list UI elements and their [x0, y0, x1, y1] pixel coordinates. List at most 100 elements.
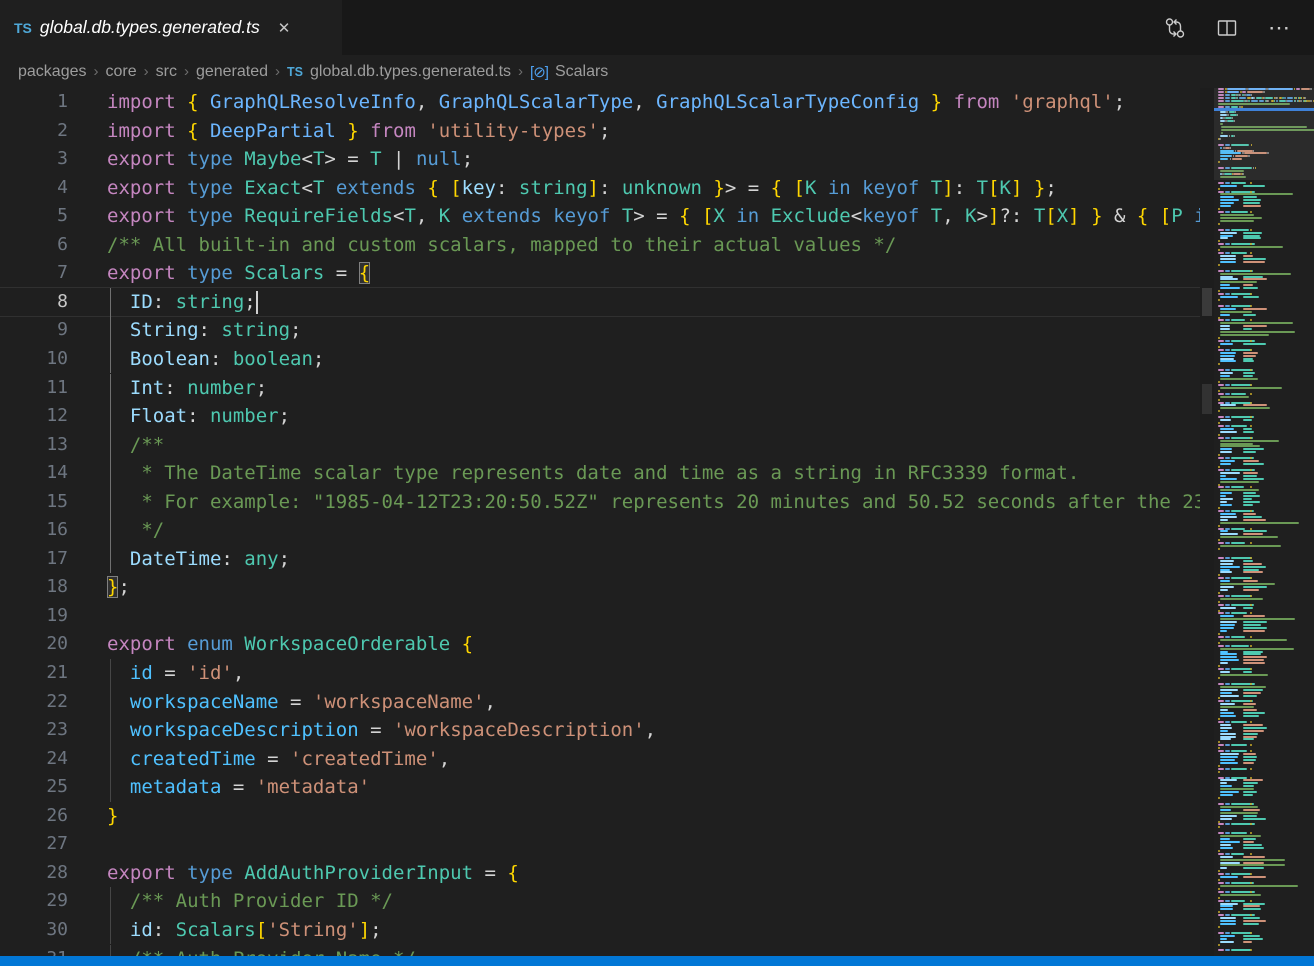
code-line[interactable]: 4export type Exact<T extends { [key: str… [0, 174, 1200, 203]
minimap-row [1218, 519, 1314, 521]
minimap[interactable] [1214, 88, 1314, 956]
line-number: 31 [0, 945, 68, 957]
code-line[interactable]: 3export type Maybe<T> = T | null; [0, 145, 1200, 174]
code-text: import { DeepPartial } from 'utility-typ… [107, 117, 1200, 146]
editor-pane: 1import { GraphQLResolveInfo, GraphQLSca… [0, 88, 1314, 956]
chevron-right-icon: › [184, 63, 189, 80]
code-text: id: Scalars['String']; [107, 916, 1200, 945]
code-line[interactable]: 18}; [0, 573, 1200, 602]
split-editor-icon[interactable] [1214, 15, 1240, 41]
more-actions-icon[interactable]: ⋯ [1266, 15, 1292, 41]
minimap-row [1218, 762, 1314, 764]
minimap-row [1218, 205, 1314, 207]
minimap-row [1218, 375, 1314, 377]
minimap-row [1218, 879, 1314, 881]
minimap-row [1218, 539, 1314, 541]
code-line[interactable]: 8 ID: string; [0, 287, 1200, 318]
close-tab-icon[interactable]: ✕ [274, 17, 295, 39]
breadcrumb-item-generated[interactable]: generated [196, 63, 268, 81]
minimap-row [1218, 577, 1314, 579]
code-line[interactable]: 25 metadata = 'metadata' [0, 773, 1200, 802]
minimap-row [1218, 343, 1314, 345]
code-line[interactable]: 14 * The DateTime scalar type represents… [0, 459, 1200, 488]
code-line[interactable]: 12 Float: number; [0, 402, 1200, 431]
code-line[interactable]: 15 * For example: "1985-04-12T23:20:50.5… [0, 488, 1200, 517]
breadcrumb-item-symbol[interactable]: Scalars [555, 63, 608, 81]
minimap-row [1218, 850, 1314, 852]
line-number: 4 [0, 174, 68, 203]
code-line[interactable]: 19 [0, 602, 1200, 631]
minimap-row [1218, 536, 1314, 538]
code-line[interactable]: 5export type RequireFields<T, K extends … [0, 202, 1200, 231]
code-line[interactable]: 11 Int: number; [0, 374, 1200, 403]
code-line[interactable]: 7export type Scalars = { [0, 259, 1200, 288]
line-number: 24 [0, 745, 68, 774]
line-number: 14 [0, 459, 68, 488]
minimap-row [1218, 815, 1314, 817]
minimap-row [1218, 528, 1314, 530]
code-line[interactable]: 10 Boolean: boolean; [0, 345, 1200, 374]
minimap-row [1218, 276, 1314, 278]
breadcrumb-item-core[interactable]: core [106, 63, 137, 81]
code-line[interactable]: 31 /** Auth Provider Name */ [0, 945, 1200, 957]
minimap-slider[interactable] [1214, 88, 1314, 180]
line-number: 5 [0, 202, 68, 231]
breadcrumb-item-file[interactable]: global.db.types.generated.ts [310, 63, 511, 81]
code-line[interactable]: 21 id = 'id', [0, 659, 1200, 688]
code-line[interactable]: 28export type AddAuthProviderInput = { [0, 859, 1200, 888]
minimap-row [1218, 419, 1314, 421]
minimap-row [1218, 328, 1314, 330]
minimap-row [1218, 454, 1314, 456]
minimap-row [1218, 692, 1314, 694]
line-number: 26 [0, 802, 68, 831]
minimap-row [1218, 182, 1314, 184]
code-line[interactable]: 16 */ [0, 516, 1200, 545]
status-bar[interactable] [0, 956, 1314, 966]
minimap-row [1218, 718, 1314, 720]
minimap-row [1218, 862, 1314, 864]
code-text: /** Auth Provider Name */ [107, 945, 1200, 957]
code-line[interactable]: 24 createdTime = 'createdTime', [0, 745, 1200, 774]
open-changes-icon[interactable] [1162, 15, 1188, 41]
minimap-row [1218, 847, 1314, 849]
minimap-row [1218, 756, 1314, 758]
code-line[interactable]: 26} [0, 802, 1200, 831]
code-line[interactable]: 13 /** [0, 431, 1200, 460]
code-line[interactable]: 17 DateTime: any; [0, 545, 1200, 574]
minimap-row [1218, 387, 1314, 389]
minimap-row [1218, 750, 1314, 752]
code-line[interactable]: 9 String: string; [0, 316, 1200, 345]
symbol-type-icon: [⊘] [530, 63, 548, 81]
minimap-row [1218, 920, 1314, 922]
minimap-row [1218, 744, 1314, 746]
code-line[interactable]: 29 /** Auth Provider ID */ [0, 887, 1200, 916]
editor-tab[interactable]: TS global.db.types.generated.ts ✕ [0, 0, 342, 55]
minimap-row [1218, 337, 1314, 339]
code-area[interactable]: 1import { GraphQLResolveInfo, GraphQLSca… [0, 88, 1200, 956]
minimap-row [1218, 809, 1314, 811]
minimap-row [1218, 894, 1314, 896]
minimap-row [1218, 935, 1314, 937]
minimap-row [1218, 703, 1314, 705]
code-line[interactable]: 20export enum WorkspaceOrderable { [0, 630, 1200, 659]
code-line[interactable]: 27 [0, 830, 1200, 859]
code-line[interactable]: 22 workspaceName = 'workspaceName', [0, 688, 1200, 717]
code-line[interactable]: 23 workspaceDescription = 'workspaceDesc… [0, 716, 1200, 745]
code-text: } [107, 802, 1200, 831]
minimap-row [1218, 648, 1314, 650]
code-line[interactable]: 1import { GraphQLResolveInfo, GraphQLSca… [0, 88, 1200, 117]
code-line[interactable]: 6/** All built-in and custom scalars, ma… [0, 231, 1200, 260]
minimap-row [1218, 900, 1314, 902]
minimap-row [1218, 876, 1314, 878]
code-line[interactable]: 2import { DeepPartial } from 'utility-ty… [0, 117, 1200, 146]
minimap-row [1218, 882, 1314, 884]
breadcrumb-item-src[interactable]: src [156, 63, 177, 81]
text-cursor [256, 291, 258, 314]
code-line[interactable]: 30 id: Scalars['String']; [0, 916, 1200, 945]
minimap-row [1218, 645, 1314, 647]
code-text: Boolean: boolean; [107, 345, 1200, 374]
minimap-row [1218, 434, 1314, 436]
breadcrumb-item-packages[interactable]: packages [18, 63, 87, 81]
minimap-row [1218, 832, 1314, 834]
minimap-row [1218, 785, 1314, 787]
